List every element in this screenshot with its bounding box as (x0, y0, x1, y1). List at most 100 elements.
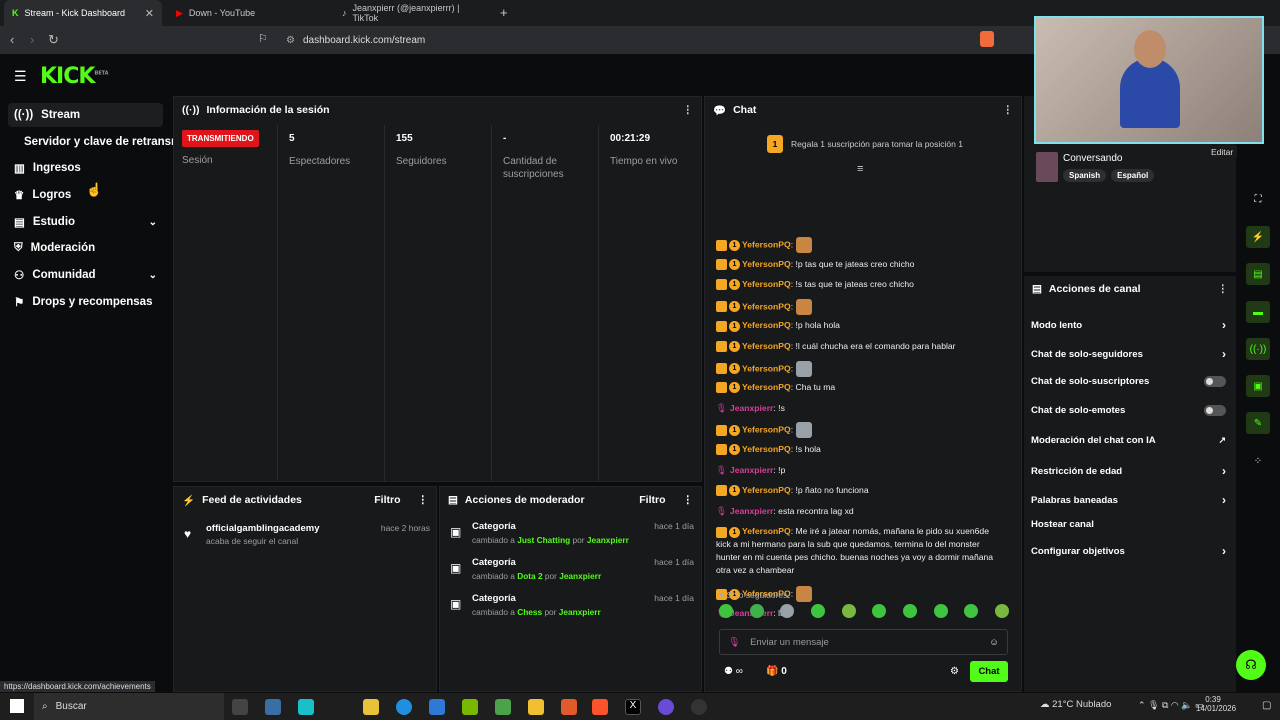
store-icon[interactable] (363, 699, 379, 715)
nvidia-icon[interactable] (462, 699, 478, 715)
sidebar-item-drops[interactable]: ⚑ Drops y recompensas (8, 290, 163, 314)
chat-username[interactable]: YefersonPQ (742, 444, 791, 454)
new-tab-icon[interactable]: + (500, 5, 508, 20)
lightning-icon[interactable]: ⚡ (1246, 226, 1270, 248)
mod-action-user[interactable]: Jeanxpierr (559, 607, 601, 617)
more-options-icon[interactable]: ⋮ (418, 494, 429, 506)
settings-icon[interactable]: ⚙ (950, 666, 959, 677)
mail-icon[interactable] (429, 699, 445, 715)
more-options-icon[interactable]: ⋮ (683, 104, 694, 116)
emote-icon[interactable] (841, 604, 856, 618)
channel-action-8[interactable]: Configurar objetivos › (1031, 544, 1226, 558)
brave-icon[interactable] (592, 699, 608, 715)
pinned-sub-banner[interactable]: 1 Regala 1 suscripción para tomar la pos… (767, 135, 963, 153)
broadcast-rail-icon[interactable]: ((·)) (1246, 338, 1270, 360)
emote-icon[interactable] (902, 604, 917, 618)
sidebar-item-server-key[interactable]: Servidor y clave de retransm (18, 130, 178, 154)
channel-action-3[interactable]: Chat de solo-emotes (1031, 405, 1226, 416)
sidebar-item-comunidad[interactable]: ⚇ Comunidad ⌄ (8, 263, 163, 287)
filter-button[interactable]: Filtro (374, 494, 400, 506)
sidebar-item-estudio[interactable]: ▤ Estudio ⌄ (8, 210, 163, 234)
channel-action-0[interactable]: Modo lento › (1031, 318, 1226, 332)
kick-points-icon[interactable]: ⚉ ∞ (724, 666, 743, 677)
sidebar-item-ingresos[interactable]: ▥ Ingresos (8, 156, 163, 180)
app-icon[interactable] (298, 699, 314, 715)
channel-action-6[interactable]: Palabras baneadas › (1031, 493, 1226, 507)
reload-icon[interactable]: ↻ (48, 32, 59, 48)
site-info-icon[interactable]: ⚙ (286, 35, 295, 46)
brave-shield-icon[interactable] (980, 31, 994, 47)
app-icon[interactable] (561, 699, 577, 715)
toggle-switch[interactable] (1204, 405, 1226, 416)
kick-logo[interactable]: KICKBETA (40, 64, 109, 89)
chat-input[interactable]: 🎙 Enviar un mensaje ☺ (719, 629, 1008, 655)
notifications-icon[interactable]: ▢ (1262, 700, 1271, 711)
sidebar-item-moderacion[interactable]: ⛨ Moderación (8, 236, 163, 260)
emote-icon[interactable] (994, 604, 1009, 618)
channel-action-7[interactable]: Hostear canal (1031, 519, 1226, 530)
channel-action-4[interactable]: Moderación del chat con IA ↗ (1031, 435, 1226, 446)
chat-username[interactable]: YefersonPQ (742, 259, 791, 269)
chat-icon[interactable]: ▬ (1246, 301, 1270, 323)
clock[interactable]: 0:39 14/01/2026 (1196, 695, 1236, 713)
obs-icon[interactable] (691, 699, 707, 715)
mod-action-category[interactable]: Chess (517, 607, 542, 617)
filter-button[interactable]: Filtro (639, 494, 665, 506)
forward-icon[interactable]: › (30, 32, 34, 47)
emote-icon[interactable] (780, 604, 795, 618)
edit-button[interactable]: Editar (1207, 146, 1238, 158)
emote-icon[interactable] (964, 604, 979, 618)
channel-action-1[interactable]: Chat de solo-seguidores › (1031, 347, 1226, 361)
collapse-icon[interactable]: ≡ (857, 163, 863, 175)
x-icon[interactable]: X (625, 699, 641, 715)
chat-username[interactable]: YefersonPQ (742, 485, 791, 495)
focus-icon[interactable]: ⛶ (1246, 188, 1270, 210)
support-icon[interactable]: ☊ (1236, 650, 1266, 680)
media-icon[interactable]: ▣ (1246, 375, 1270, 397)
tab-kick-dashboard[interactable]: K Stream - Kick Dashboard ✕ (4, 0, 162, 26)
apps-icon[interactable]: ⁘ (1246, 450, 1270, 472)
emote-icon[interactable] (719, 604, 733, 618)
channel-action-2[interactable]: Chat de solo-suscriptores (1031, 376, 1226, 387)
chat-username[interactable]: YefersonPQ (742, 382, 791, 392)
close-tab-icon[interactable]: ✕ (145, 7, 154, 20)
tab-tiktok[interactable]: ♪ Jeanxpierr (@jeanxpierrr) | TikTok (334, 0, 494, 26)
channel-action-5[interactable]: Restricción de edad › (1031, 464, 1226, 478)
tray-icons[interactable]: ⌃ 🎙 ⧉ ◠ 🔈 ▭ (1138, 700, 1203, 711)
chat-username[interactable]: YefersonPQ (742, 320, 791, 330)
send-chat-button[interactable]: Chat (970, 661, 1008, 682)
weather-widget[interactable]: ☁ 21°C Nublado (1040, 699, 1111, 710)
chat-username[interactable]: YefersonPQ (742, 341, 791, 351)
emote-icon[interactable] (810, 604, 825, 618)
mod-action-user[interactable]: Jeanxpierr (559, 571, 601, 581)
chat-username[interactable]: Jeanxpierr (730, 506, 773, 516)
chat-username[interactable]: YefersonPQ (742, 363, 791, 373)
chat-username[interactable]: YefersonPQ (742, 279, 791, 289)
more-options-icon[interactable]: ⋮ (683, 494, 694, 506)
app-icon[interactable] (495, 699, 511, 715)
app-icon[interactable] (265, 699, 281, 715)
bookmark-icon[interactable]: ⚐ (258, 32, 268, 45)
menu-icon[interactable]: ☰ (14, 68, 27, 85)
mod-action-category[interactable]: Just Chatting (517, 535, 570, 545)
chat-username[interactable]: YefersonPQ (742, 526, 791, 536)
taskbar-search[interactable]: ⌕ Buscar (34, 693, 224, 720)
more-options-icon[interactable]: ⋮ (1003, 104, 1014, 116)
task-view-icon[interactable] (232, 699, 248, 715)
more-options-icon[interactable]: ⋮ (1218, 283, 1229, 295)
chat-username[interactable]: YefersonPQ (742, 239, 791, 249)
sidebar-item-stream[interactable]: ((·)) Stream (8, 103, 163, 127)
emote-icon[interactable] (933, 604, 948, 618)
chat-username[interactable]: YefersonPQ (742, 425, 791, 435)
tab-youtube[interactable]: ▶ Down - YouTube (168, 0, 328, 26)
mod-action-user[interactable]: Jeanxpierr (587, 535, 629, 545)
back-icon[interactable]: ‹ (10, 32, 14, 47)
edge-icon[interactable] (396, 699, 412, 715)
emote-icon[interactable] (872, 604, 887, 618)
emote-icon[interactable] (749, 604, 764, 618)
url-field[interactable]: ⚙ dashboard.kick.com/stream (280, 30, 1000, 50)
windows-start-icon[interactable] (10, 699, 24, 713)
wrench-icon[interactable]: ✎ (1246, 412, 1270, 434)
folder-icon[interactable] (528, 699, 544, 715)
chat-username[interactable]: Jeanxpierr (730, 465, 773, 475)
